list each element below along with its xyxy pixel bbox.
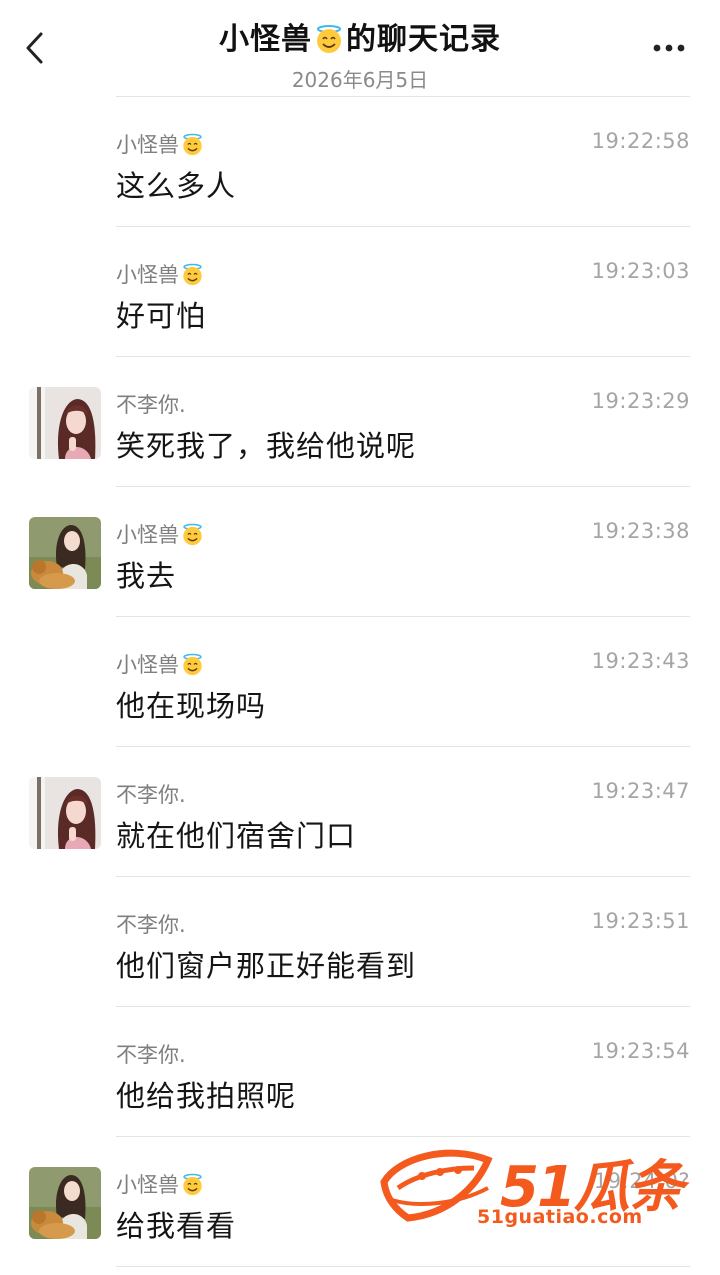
avatar[interactable] xyxy=(29,1167,101,1239)
sender-name: 不李你. xyxy=(116,913,186,937)
sender-name: 不李你. xyxy=(116,783,186,807)
message-time: 19:23:54 xyxy=(591,1039,690,1063)
halo-smile-emoji-icon xyxy=(181,1173,204,1196)
message-time: 19:23:03 xyxy=(591,259,690,283)
page-title: 小怪兽 的聊天记录 xyxy=(219,22,501,57)
message-text: 他给我拍照呢 xyxy=(116,1079,297,1113)
divider xyxy=(116,1266,690,1267)
chat-history-page: 小怪兽 的聊天记录 2026年6月5日 小怪兽 19:22:58 这么多人 小怪兽… xyxy=(0,0,720,1275)
sender-name: 小怪兽 xyxy=(116,1169,204,1199)
message-item[interactable]: 小怪兽 19:23:38 我去 xyxy=(0,487,720,617)
message-text: 他们窗户那正好能看到 xyxy=(116,949,417,983)
avatar-girl-pink-image xyxy=(29,777,101,849)
message-text: 我去 xyxy=(116,559,177,593)
avatar[interactable] xyxy=(29,777,101,849)
avatar-girl-dog-image xyxy=(29,517,101,589)
sender-name: 小怪兽 xyxy=(116,649,204,679)
message-time: 19:23:47 xyxy=(591,779,690,803)
avatar[interactable] xyxy=(29,517,101,589)
message-time: 19:23:51 xyxy=(591,909,690,933)
avatar-girl-pink-image xyxy=(29,387,101,459)
chevron-left-icon xyxy=(26,32,43,64)
message-item[interactable]: 不李你. 19:23:51 他们窗户那正好能看到 xyxy=(0,877,720,1007)
halo-smile-emoji-icon xyxy=(181,263,204,286)
header-bar: 小怪兽 的聊天记录 2026年6月5日 xyxy=(0,0,720,97)
more-options-button[interactable] xyxy=(646,32,692,62)
message-time: 19:23:43 xyxy=(591,649,690,673)
sender-name: 不李你. xyxy=(116,1043,186,1067)
message-text: 笑死我了，我给他说呢 xyxy=(116,429,417,463)
halo-smile-emoji-icon xyxy=(181,523,204,546)
message-item[interactable]: 小怪兽 19:23:43 他在现场吗 xyxy=(0,617,720,747)
halo-smile-emoji-icon xyxy=(181,133,204,156)
message-item[interactable]: 小怪兽 19:23:03 好可怕 xyxy=(0,227,720,357)
more-dots-icon xyxy=(653,44,685,52)
back-button[interactable] xyxy=(18,26,54,70)
message-list[interactable]: 小怪兽 19:22:58 这么多人 小怪兽 19:23:03 好可怕 不李你. … xyxy=(0,97,720,1267)
message-item[interactable]: 不李你. 19:23:54 他给我拍照呢 xyxy=(0,1007,720,1137)
sender-name: 小怪兽 xyxy=(116,259,204,289)
halo-smile-emoji-icon xyxy=(181,653,204,676)
chat-date: 2026年6月5日 xyxy=(291,68,429,92)
message-item[interactable]: 不李你. 19:23:29 笑死我了，我给他说呢 xyxy=(0,357,720,487)
message-text: 就在他们宿舍门口 xyxy=(116,819,357,853)
message-time: 19:22:58 xyxy=(591,129,690,153)
message-time: 19:23:29 xyxy=(591,389,690,413)
message-item[interactable]: 不李你. 19:23:47 就在他们宿舍门口 xyxy=(0,747,720,877)
message-text: 这么多人 xyxy=(116,169,237,203)
message-text: 给我看看 xyxy=(116,1209,237,1243)
message-time: 19:23:38 xyxy=(591,519,690,543)
message-text: 他在现场吗 xyxy=(116,689,267,723)
avatar[interactable] xyxy=(29,387,101,459)
watermark-url: 51guatiao.com xyxy=(477,1206,643,1228)
sender-name: 不李你. xyxy=(116,393,186,417)
message-text: 好可怕 xyxy=(116,299,207,333)
halo-smile-emoji-icon xyxy=(314,24,344,54)
message-item[interactable]: 小怪兽 19:22:58 这么多人 xyxy=(0,97,720,227)
sender-name: 小怪兽 xyxy=(116,129,204,159)
avatar-girl-dog-image xyxy=(29,1167,101,1239)
sender-name: 小怪兽 xyxy=(116,519,204,549)
title-block: 小怪兽 的聊天记录 2026年6月5日 xyxy=(110,14,610,93)
